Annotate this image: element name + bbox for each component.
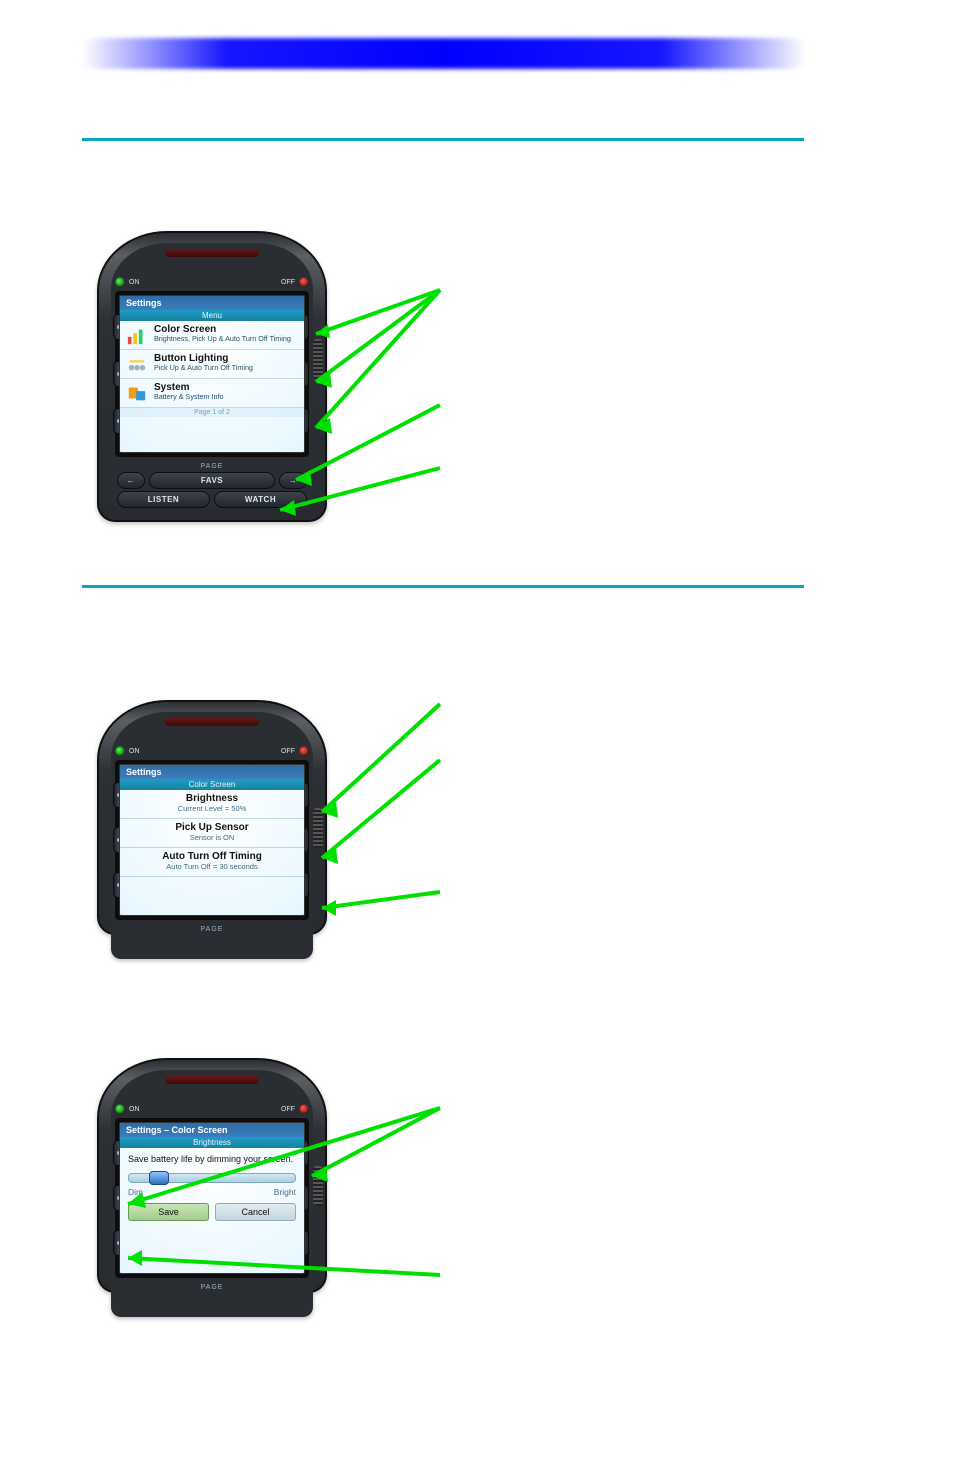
brightness-help-text: Save battery life by dimming your screen… <box>128 1154 296 1165</box>
power-on-icon <box>115 1104 125 1114</box>
section1-divider <box>82 138 804 141</box>
screen-title: Settings <box>120 296 304 310</box>
menu-item-desc: Pick Up & Auto Turn Off Timing <box>154 364 253 372</box>
screen-subtitle: Brightness <box>120 1137 304 1148</box>
setting-value: Sensor is ON <box>126 833 298 842</box>
power-off-label: OFF <box>281 1106 295 1113</box>
power-off-label: OFF <box>281 748 295 755</box>
screen-pager: Page 1 of 2 <box>120 408 304 417</box>
setting-value: Auto Turn Off = 30 seconds <box>126 862 298 871</box>
page-row-label: PAGE <box>111 1284 313 1291</box>
remote-device-1: ON OFF <box>97 231 327 522</box>
system-icon <box>126 382 148 404</box>
menu-item-button-lighting[interactable]: Button Lighting Pick Up & Auto Turn Off … <box>120 350 304 379</box>
power-on-icon <box>115 746 125 756</box>
side-grip <box>313 1166 323 1206</box>
watch-button[interactable]: WATCH <box>214 491 307 508</box>
lcd-screen: Settings – Color Screen Brightness Save … <box>119 1122 305 1274</box>
page-row-label: PAGE <box>111 463 313 470</box>
lcd-frame: Settings Menu Color Screen Brightness, P… <box>115 291 309 457</box>
screen-title: Settings – Color Screen <box>120 1123 304 1137</box>
lcd-frame: Settings Color Screen Brightness Current… <box>115 760 309 920</box>
remote-device-3: ON OFF <box>97 1058 327 1293</box>
setting-auto-turn-off[interactable]: Auto Turn Off Timing Auto Turn Off = 30 … <box>120 848 304 877</box>
brightness-slider[interactable] <box>128 1173 296 1183</box>
remote-top-accent <box>165 718 259 726</box>
listen-button[interactable]: LISTEN <box>117 491 210 508</box>
setting-brightness[interactable]: Brightness Current Level = 50% <box>120 790 304 819</box>
slider-thumb[interactable] <box>149 1171 169 1185</box>
power-off-button[interactable]: OFF <box>281 746 309 756</box>
slider-bright-label: Bright <box>274 1187 296 1197</box>
power-off-label: OFF <box>281 279 295 286</box>
remote-device-2: ON OFF <box>97 700 327 935</box>
page-left-button[interactable]: ← <box>117 472 145 489</box>
setting-value: Current Level = 50% <box>126 804 298 813</box>
remote-top-accent <box>165 249 259 257</box>
side-grip <box>313 339 323 379</box>
lighting-icon <box>126 353 148 375</box>
power-off-icon <box>299 277 309 287</box>
power-off-button[interactable]: OFF <box>281 1104 309 1114</box>
bars-icon <box>126 324 148 346</box>
lcd-screen: Settings Menu Color Screen Brightness, P… <box>119 295 305 453</box>
power-on-button[interactable]: ON <box>115 277 140 287</box>
menu-item-system[interactable]: System Battery & System Info <box>120 379 304 408</box>
screen-title: Settings <box>120 765 304 779</box>
header-gradient-bar <box>82 38 806 69</box>
power-off-button[interactable]: OFF <box>281 277 309 287</box>
side-grip <box>313 808 323 848</box>
page-row-label: PAGE <box>111 926 313 933</box>
lcd-frame: Settings – Color Screen Brightness Save … <box>115 1118 309 1278</box>
menu-item-color-screen[interactable]: Color Screen Brightness, Pick Up & Auto … <box>120 321 304 350</box>
power-on-label: ON <box>129 748 140 755</box>
power-off-icon <box>299 746 309 756</box>
cancel-button[interactable]: Cancel <box>215 1203 296 1221</box>
power-on-label: ON <box>129 1106 140 1113</box>
setting-title: Auto Turn Off Timing <box>126 851 298 862</box>
setting-pickup-sensor[interactable]: Pick Up Sensor Sensor is ON <box>120 819 304 848</box>
menu-item-desc: Brightness, Pick Up & Auto Turn Off Timi… <box>154 335 291 343</box>
screen-subtitle: Color Screen <box>120 779 304 790</box>
power-on-label: ON <box>129 279 140 286</box>
power-on-icon <box>115 277 125 287</box>
screen-subtitle: Menu <box>120 310 304 321</box>
slider-dim-label: Dim <box>128 1187 143 1197</box>
save-button[interactable]: Save <box>128 1203 209 1221</box>
menu-item-desc: Battery & System Info <box>154 393 224 401</box>
favs-button[interactable]: FAVS <box>149 472 275 489</box>
remote-top-accent <box>165 1076 259 1084</box>
setting-title: Pick Up Sensor <box>126 822 298 833</box>
page-right-button[interactable]: → <box>279 472 307 489</box>
lcd-screen: Settings Color Screen Brightness Current… <box>119 764 305 916</box>
section2-divider <box>82 585 804 588</box>
power-on-button[interactable]: ON <box>115 1104 140 1114</box>
power-off-icon <box>299 1104 309 1114</box>
power-on-button[interactable]: ON <box>115 746 140 756</box>
setting-title: Brightness <box>126 793 298 804</box>
